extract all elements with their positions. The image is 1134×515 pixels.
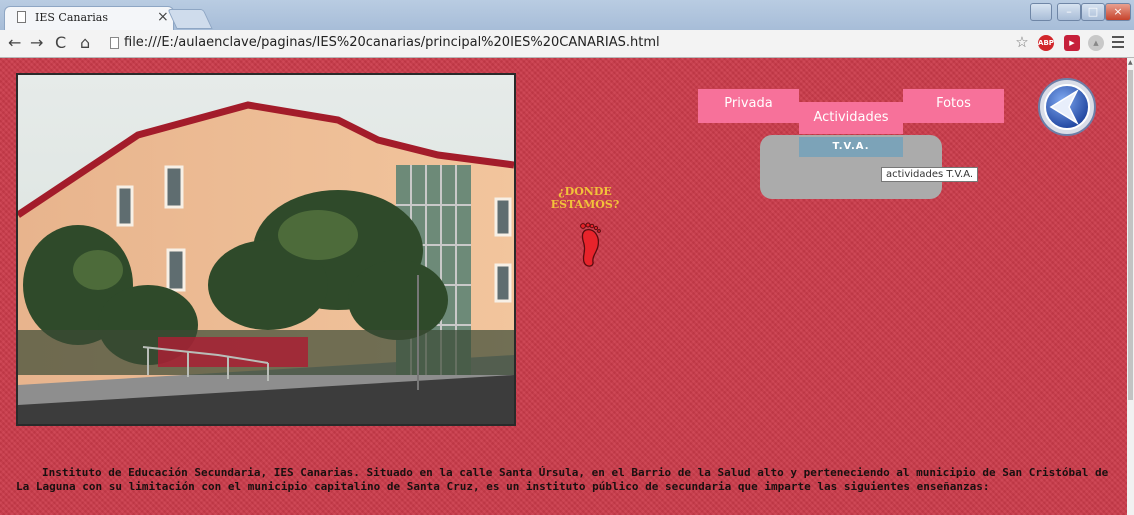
forward-arrow-icon[interactable]: → bbox=[30, 34, 43, 52]
scroll-up-icon[interactable]: ▲ bbox=[1128, 59, 1133, 66]
back-circle-icon[interactable] bbox=[1037, 77, 1097, 141]
menu-item-fotos[interactable]: Fotos bbox=[903, 89, 1004, 123]
tab-title: IES Canarias bbox=[35, 11, 109, 24]
minimize-button[interactable]: – bbox=[1057, 3, 1081, 21]
menu-item-privada[interactable]: Privada bbox=[698, 89, 799, 123]
submenu-item-tva[interactable]: T.V.A. bbox=[799, 137, 903, 157]
page-content: ¿DONDE ESTAMOS? Privada Actividades Foto… bbox=[0, 58, 1127, 515]
reload-icon[interactable]: C bbox=[55, 34, 66, 52]
close-window-button[interactable]: × bbox=[1105, 3, 1131, 21]
menu-icon[interactable] bbox=[1112, 36, 1124, 48]
user-icon[interactable] bbox=[1030, 3, 1052, 21]
scrollbar-thumb[interactable] bbox=[1128, 70, 1133, 400]
page-icon bbox=[110, 37, 119, 49]
menu-item-actividades[interactable]: Actividades bbox=[799, 102, 903, 134]
location-title-line1: ¿DONDE bbox=[558, 185, 612, 198]
browser-toolbar: ← → C ⌂ file:///E:/aulaenclave/paginas/I… bbox=[0, 30, 1134, 58]
scrollbar[interactable]: ▲ bbox=[1127, 58, 1134, 515]
browser-tab[interactable]: IES Canarias × bbox=[4, 6, 174, 30]
tooltip: actividades T.V.A. bbox=[881, 167, 979, 182]
maximize-button[interactable]: □ bbox=[1081, 3, 1105, 21]
adblock-icon[interactable]: ABP bbox=[1038, 35, 1054, 51]
star-icon[interactable]: ☆ bbox=[1014, 34, 1030, 50]
footprint-icon[interactable] bbox=[576, 222, 606, 272]
location-title-line2: ESTAMOS? bbox=[550, 198, 620, 211]
location-title[interactable]: ¿DONDE ESTAMOS? bbox=[540, 185, 630, 211]
back-arrow-icon[interactable]: ← bbox=[8, 34, 21, 52]
tab-close-button[interactable]: × bbox=[157, 9, 169, 25]
home-icon[interactable]: ⌂ bbox=[80, 34, 90, 52]
record-icon[interactable]: ▶ bbox=[1064, 35, 1080, 51]
page-icon bbox=[17, 11, 26, 23]
new-tab-button[interactable] bbox=[167, 9, 213, 29]
browser-titlebar: IES Canarias × – □ × bbox=[0, 0, 1134, 30]
address-bar[interactable]: file:///E:/aulaenclave/paginas/IES%20can… bbox=[124, 35, 660, 50]
school-building-photo bbox=[16, 73, 516, 426]
school-description: Instituto de Educación Secundaria, IES C… bbox=[16, 466, 1109, 493]
drive-icon[interactable]: ▲ bbox=[1088, 35, 1104, 51]
